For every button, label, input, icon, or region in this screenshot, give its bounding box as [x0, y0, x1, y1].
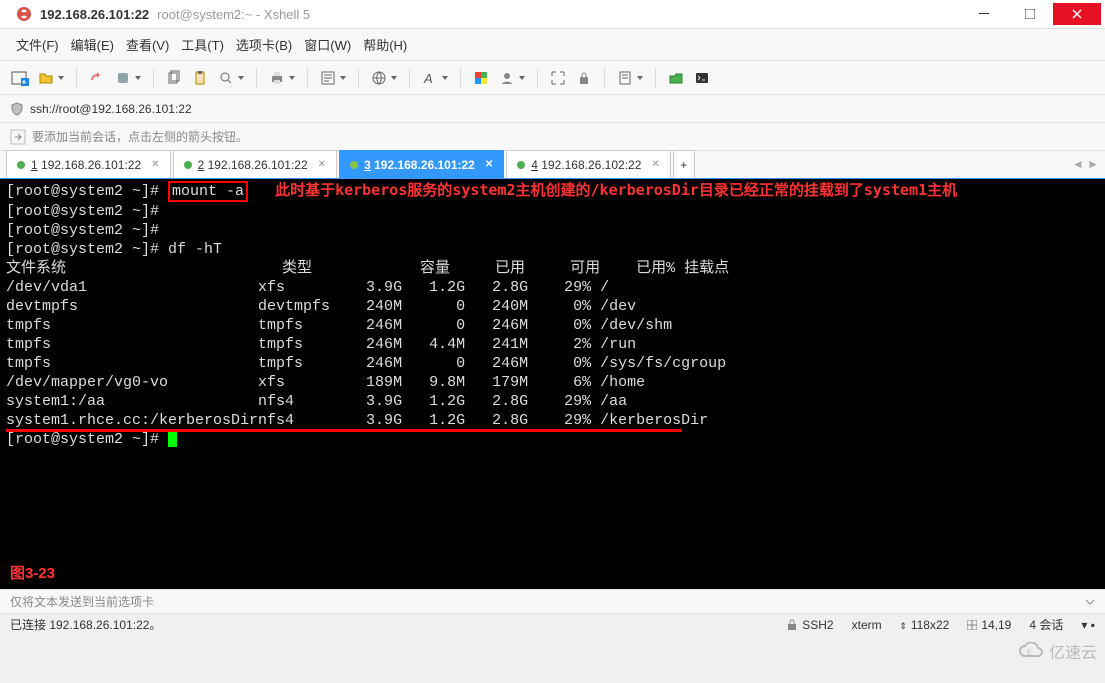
status-pos: 14,19 — [967, 618, 1011, 632]
profile-button[interactable] — [495, 66, 519, 90]
reconnect-button[interactable] — [85, 66, 109, 90]
tab-close-icon[interactable]: ✕ — [318, 159, 326, 170]
script-button[interactable] — [613, 66, 637, 90]
fullscreen-button[interactable] — [546, 66, 570, 90]
menu-tabs[interactable]: 选项卡(B) — [230, 33, 298, 56]
font-button[interactable]: A — [418, 66, 442, 90]
menu-tools[interactable]: 工具(T) — [175, 33, 230, 56]
status-term: xterm — [852, 618, 882, 632]
status-menu[interactable]: ▾ ▪ — [1081, 618, 1095, 632]
dropdown-icon[interactable] — [1085, 597, 1095, 607]
color-button[interactable] — [469, 66, 493, 90]
menu-edit[interactable]: 编辑(E) — [65, 33, 120, 56]
status-connected: 已连接 192.168.26.101:22。 — [10, 616, 161, 633]
hint-text: 要添加当前会话，点击左侧的箭头按钮。 — [32, 128, 248, 145]
status-size: ⇕ 118x22 — [900, 618, 950, 632]
close-button[interactable] — [1053, 3, 1101, 25]
tab-close-icon[interactable]: ✕ — [651, 159, 659, 170]
statusbar: 已连接 192.168.26.101:22。 SSH2 xterm ⇕ 118x… — [0, 613, 1105, 635]
address-text: ssh://root@192.168.26.101:22 — [30, 102, 192, 116]
maximize-button[interactable] — [1007, 4, 1053, 24]
terminal-area[interactable]: [root@system2 ~]# mount -a 此时基于kerberos服… — [0, 179, 1105, 589]
hint-bar: 要添加当前会话，点击左侧的箭头按钮。 — [0, 123, 1105, 151]
window-title: 192.168.26.101:22 — [40, 7, 149, 22]
tab-1[interactable]: 1 192.168.26.101:22✕ — [6, 150, 171, 178]
app-icon — [16, 6, 32, 22]
status-dot-icon — [17, 161, 25, 169]
status-dot-icon — [184, 161, 192, 169]
lock-button[interactable] — [572, 66, 596, 90]
tab-close-icon[interactable]: ✕ — [151, 159, 159, 170]
hint-arrow-icon[interactable] — [10, 129, 26, 145]
menu-view[interactable]: 查看(V) — [120, 33, 175, 56]
menu-help[interactable]: 帮助(H) — [357, 33, 413, 56]
tab-4[interactable]: 4 192.168.26.102:22✕ — [506, 150, 671, 178]
print-button[interactable] — [265, 66, 289, 90]
tab-2[interactable]: 2 192.168.26.101:22✕ — [173, 150, 338, 178]
tab-3[interactable]: 3 192.168.26.101:22✕ — [339, 150, 504, 178]
svg-text:A: A — [423, 71, 433, 86]
xftp-button[interactable] — [664, 66, 688, 90]
svg-text:E: E — [1027, 648, 1032, 657]
toolbar: A — [0, 61, 1105, 95]
copy-button[interactable] — [162, 66, 186, 90]
minimize-button[interactable] — [961, 4, 1007, 24]
addressbar[interactable]: ssh://root@192.168.26.101:22 — [0, 95, 1105, 123]
terminal-button[interactable] — [690, 66, 714, 90]
status-dot-icon — [350, 161, 358, 169]
window-titlebar: 192.168.26.101:22 root@system2:~ - Xshel… — [0, 0, 1105, 28]
grid-icon — [967, 620, 977, 630]
tabbar: 1 192.168.26.101:22✕ 2 192.168.26.101:22… — [0, 151, 1105, 179]
watermark-text: 亿速云 — [1049, 639, 1097, 663]
properties-button[interactable] — [316, 66, 340, 90]
paste-button[interactable] — [188, 66, 212, 90]
window-subtitle: root@system2:~ - Xshell 5 — [157, 7, 310, 22]
new-session-button[interactable] — [8, 66, 32, 90]
status-sessions: 4 会话 — [1029, 616, 1063, 633]
menu-file[interactable]: 文件(F) — [10, 33, 65, 56]
send-bar[interactable]: 仅将文本发送到当前选项卡 — [0, 589, 1105, 613]
find-button[interactable] — [214, 66, 238, 90]
security-icon — [10, 102, 24, 116]
menubar: 文件(F) 编辑(E) 查看(V) 工具(T) 选项卡(B) 窗口(W) 帮助(… — [0, 29, 1105, 61]
disconnect-button[interactable] — [111, 66, 135, 90]
menu-window[interactable]: 窗口(W) — [298, 33, 357, 56]
send-hint: 仅将文本发送到当前选项卡 — [10, 593, 154, 610]
tab-nav[interactable]: ◄ ► — [1072, 157, 1099, 171]
tab-close-icon[interactable]: ✕ — [485, 159, 493, 170]
watermark: E 亿速云 — [1017, 639, 1097, 663]
encoding-button[interactable] — [367, 66, 391, 90]
status-ssh: SSH2 — [786, 618, 833, 632]
cloud-icon: E — [1017, 642, 1045, 660]
open-session-button[interactable] — [34, 66, 58, 90]
lock-icon — [786, 619, 798, 631]
status-dot-icon — [517, 161, 525, 169]
tab-add[interactable]: + — [673, 150, 695, 178]
